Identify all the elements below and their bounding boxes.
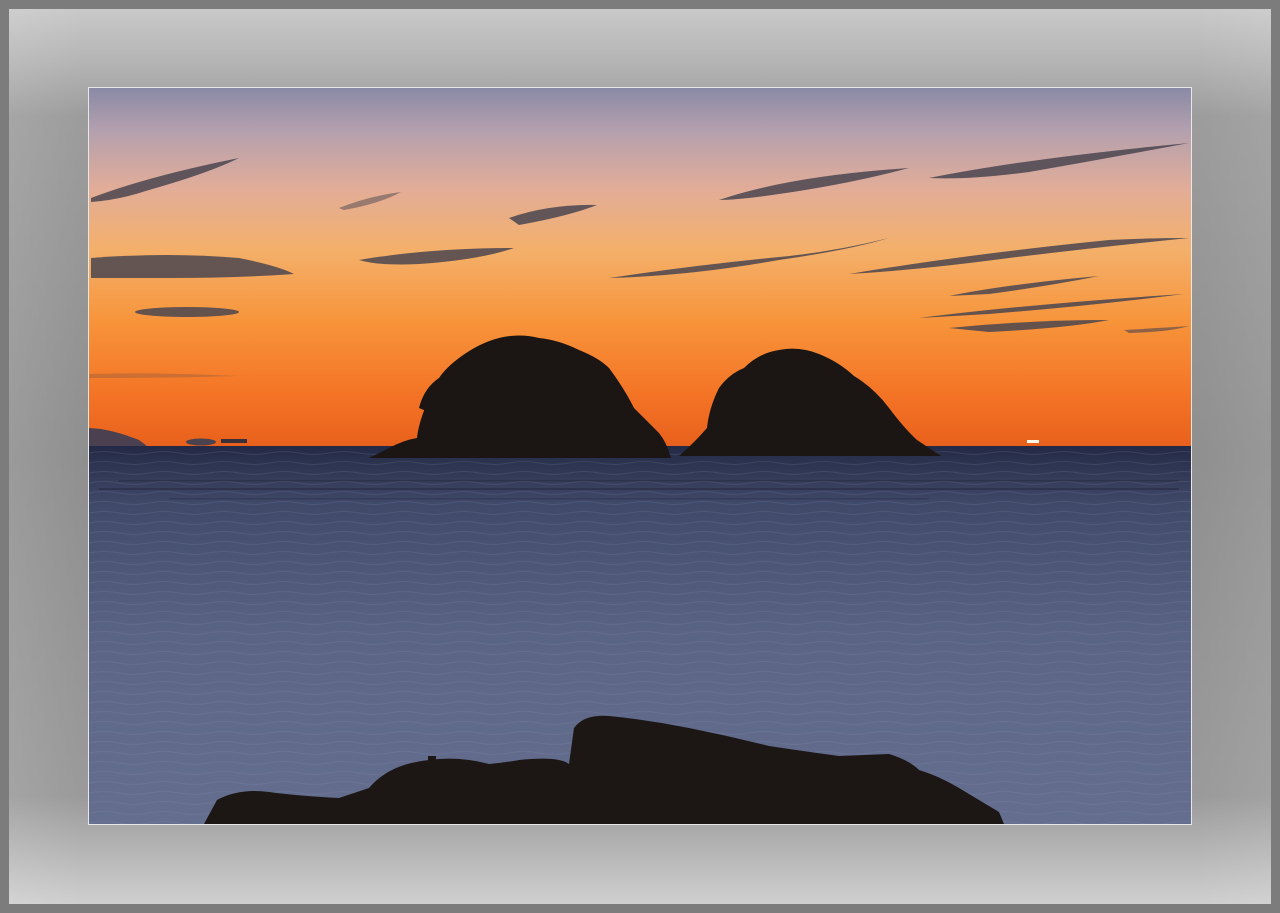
distant-ship: [221, 439, 247, 443]
distant-islet: [186, 438, 216, 446]
distant-light: [1027, 440, 1039, 443]
photo: [88, 87, 1192, 825]
